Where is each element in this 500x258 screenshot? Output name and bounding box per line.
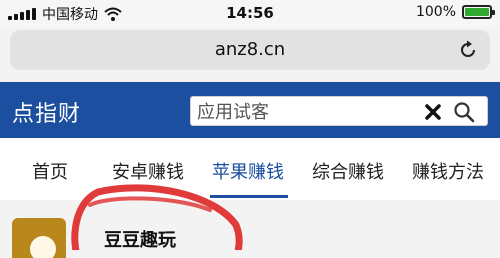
battery-level [465, 8, 489, 16]
nav-item-general[interactable]: 综合赚钱 [312, 158, 384, 184]
close-icon[interactable] [424, 103, 442, 121]
battery-percent: 100% [415, 4, 456, 20]
active-tab-indicator [210, 195, 288, 198]
address-bar[interactable]: anz8.cn [10, 30, 490, 70]
url-text[interactable]: anz8.cn [10, 39, 490, 60]
site-header: 点指财 [0, 82, 500, 138]
app-list: 豆豆趣玩 [0, 200, 500, 258]
nav-item-home[interactable]: 首页 [32, 158, 68, 184]
search-input[interactable] [197, 100, 417, 124]
search-box[interactable] [190, 96, 488, 126]
nav-item-methods[interactable]: 赚钱方法 [412, 158, 484, 184]
nav-item-android[interactable]: 安卓赚钱 [112, 158, 184, 184]
status-right: 100% [415, 4, 495, 20]
nav-item-apple[interactable]: 苹果赚钱 [212, 158, 284, 184]
app-title[interactable]: 豆豆趣玩 [104, 226, 176, 252]
category-nav: 首页 安卓赚钱 苹果赚钱 综合赚钱 赚钱方法 [0, 138, 500, 200]
reload-icon[interactable] [458, 40, 478, 60]
status-bar: 中国移动 14:56 100% [0, 0, 500, 28]
battery-icon [462, 5, 495, 19]
search-icon[interactable] [453, 101, 475, 123]
site-logo[interactable]: 点指财 [12, 96, 81, 128]
app-icon[interactable] [12, 218, 66, 258]
